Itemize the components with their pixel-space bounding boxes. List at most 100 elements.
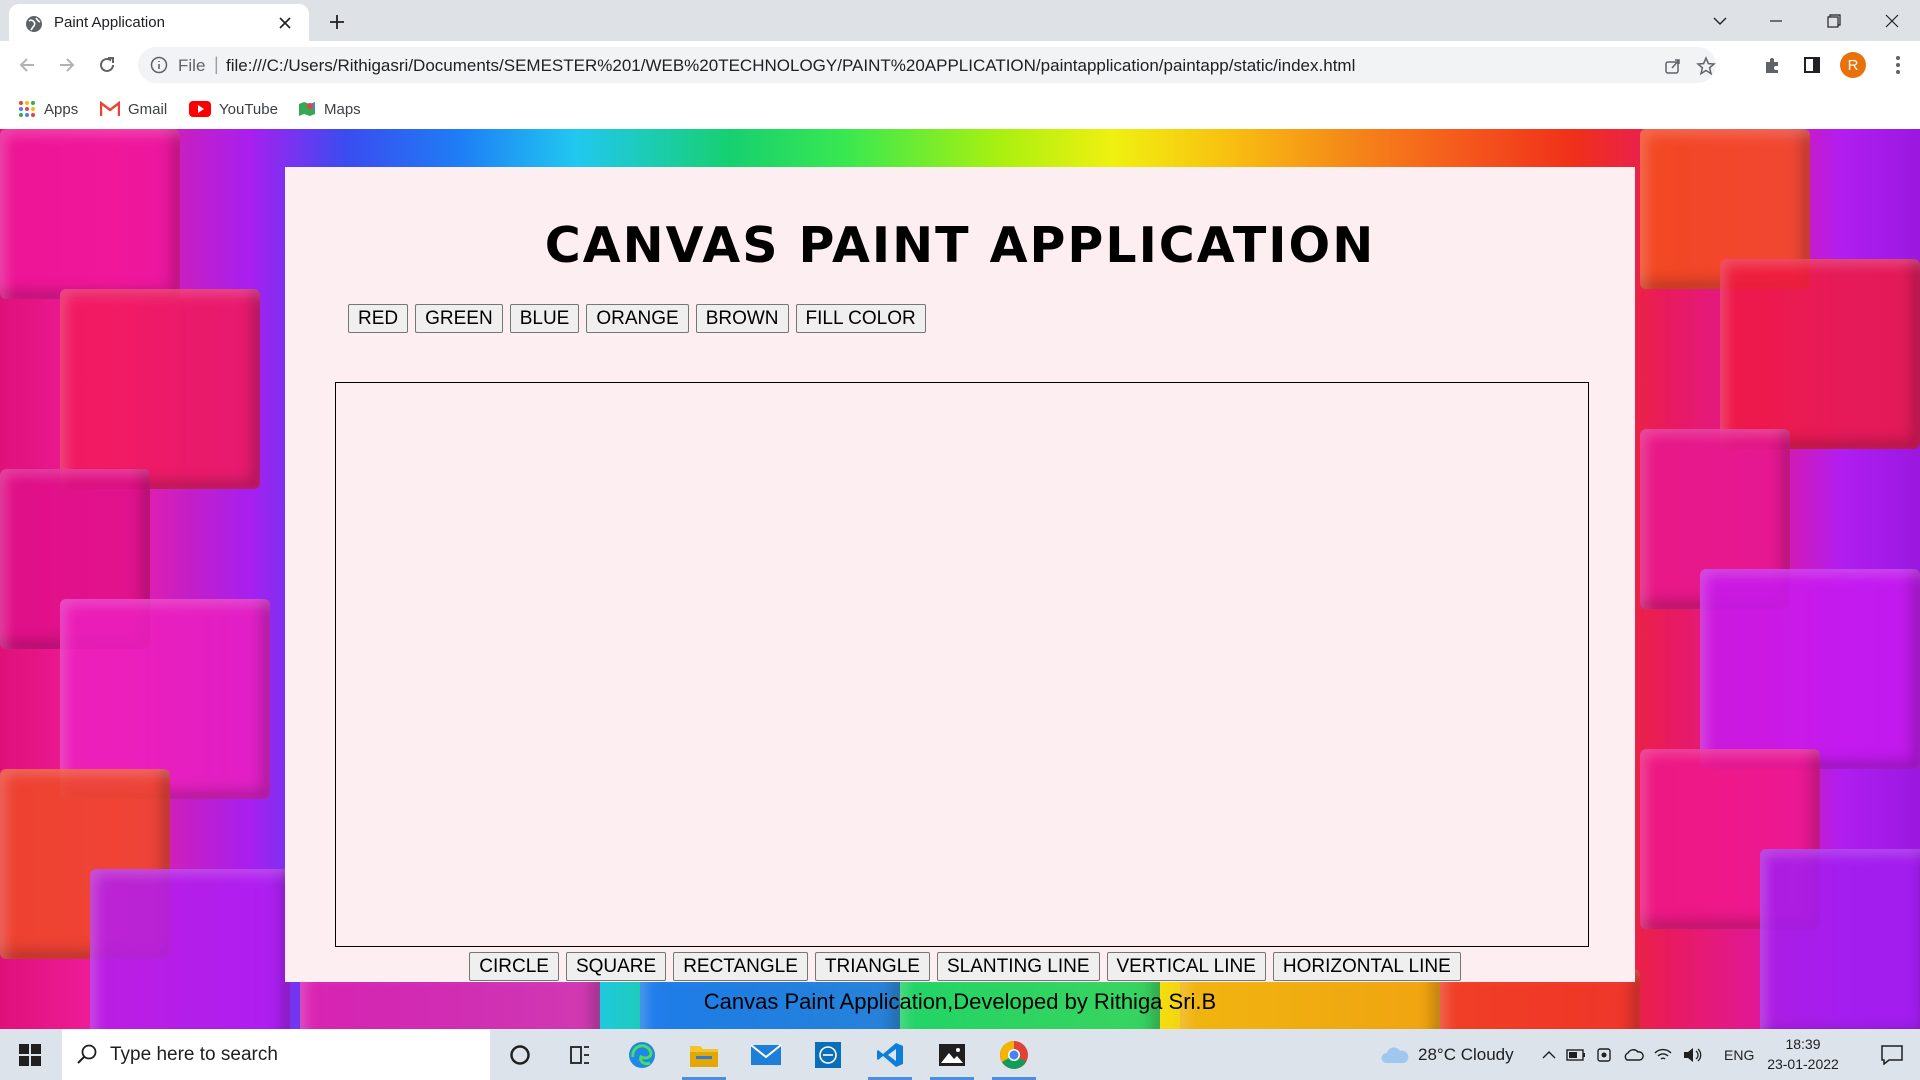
drawing-canvas[interactable]	[335, 382, 1589, 947]
bookmark-apps[interactable]: Apps	[18, 97, 78, 121]
close-window-button[interactable]	[1864, 0, 1920, 41]
arrow-right-icon	[60, 58, 75, 72]
vscode-taskbar-button[interactable]	[862, 1029, 918, 1080]
wifi-icon[interactable]	[1654, 1047, 1672, 1063]
address-url[interactable]: file:///C:/Users/Rithigasri/Documents/SE…	[226, 56, 1355, 76]
back-button[interactable]	[13, 51, 41, 79]
chrome-taskbar-button[interactable]	[986, 1029, 1042, 1080]
notifications-button[interactable]	[1864, 1029, 1920, 1080]
address-separator: |	[214, 54, 219, 74]
share-icon[interactable]	[1662, 55, 1684, 77]
task-view-button[interactable]	[552, 1029, 608, 1080]
onedrive-icon[interactable]	[1622, 1048, 1644, 1062]
blue-button[interactable]: BLUE	[509, 304, 580, 333]
vertical-line-button[interactable]: VERTICAL LINE	[1106, 952, 1266, 981]
language-indicator[interactable]: ENG	[1724, 1029, 1754, 1080]
photos-taskbar-button[interactable]	[924, 1029, 980, 1080]
browser-titlebar: Paint Application	[0, 0, 1920, 41]
file-explorer-taskbar-button[interactable]	[676, 1029, 732, 1080]
start-button[interactable]	[10, 1039, 50, 1071]
info-icon[interactable]	[150, 56, 168, 74]
circle-button[interactable]: CIRCLE	[469, 952, 559, 981]
edge-taskbar-button[interactable]	[614, 1029, 670, 1080]
apps-grid-icon	[19, 101, 35, 117]
task-view-icon	[570, 1045, 589, 1064]
address-bar[interactable]: File | file:///C:/Users/Rithigasri/Docum…	[138, 47, 1716, 83]
bookmark-youtube[interactable]: YouTube	[189, 97, 278, 121]
square-button[interactable]: SQUARE	[565, 952, 667, 981]
windows-logo-icon	[19, 1044, 41, 1066]
star-icon[interactable]	[1695, 55, 1717, 77]
windows-taskbar: Type here to search 28°C Cloudy ENG 18:3…	[0, 1029, 1920, 1080]
horizontal-line-button[interactable]: HORIZONTAL LINE	[1272, 952, 1461, 981]
kebab-menu-icon	[1896, 56, 1900, 74]
puzzle-icon	[1766, 58, 1778, 73]
green-button[interactable]: GREEN	[415, 304, 503, 333]
restore-icon	[1827, 13, 1841, 28]
close-tab-icon[interactable]	[273, 11, 297, 35]
bookmark-label: Maps	[324, 100, 361, 118]
profile-avatar[interactable]: R	[1840, 52, 1866, 78]
triangle-button[interactable]: TRIANGLE	[814, 952, 930, 981]
tab-title: Paint Application	[54, 14, 165, 31]
tab-search-button[interactable]	[1692, 0, 1748, 41]
cortana-button[interactable]	[492, 1029, 548, 1080]
page-background: CANVAS PAINT APPLICATION RED GREEN BLUE …	[0, 129, 1920, 1029]
mail-icon	[750, 1043, 782, 1065]
cortana-icon	[510, 1044, 530, 1065]
clock-time: 18:39	[1785, 1036, 1821, 1052]
color-toolbar: RED GREEN BLUE ORANGE BROWN FILL COLOR	[348, 304, 926, 333]
edge-icon	[629, 1041, 655, 1068]
bookmark-label: Apps	[44, 100, 79, 118]
battery-icon[interactable]	[1566, 1048, 1586, 1062]
brown-button[interactable]: BROWN	[695, 304, 789, 333]
dell-app-taskbar-button[interactable]	[800, 1029, 856, 1080]
search-icon	[77, 1044, 97, 1064]
search-placeholder: Type here to search	[110, 1044, 278, 1065]
clock-date: 23-01-2022	[1767, 1056, 1839, 1072]
taskbar-search-box[interactable]: Type here to search	[62, 1029, 490, 1080]
notification-icon	[1881, 1044, 1903, 1065]
chevron-up-icon[interactable]	[1542, 1050, 1556, 1060]
plus-icon	[330, 15, 344, 29]
bookmarks-bar: Apps Gmail YouTube Maps	[0, 89, 1920, 129]
folder-icon	[690, 1045, 718, 1067]
red-button[interactable]: RED	[348, 304, 409, 333]
maps-icon	[299, 102, 315, 116]
gmail-icon	[100, 101, 120, 116]
taskbar-clock[interactable]: 18:39 23-01-2022	[1758, 1034, 1848, 1074]
minimize-button[interactable]	[1748, 0, 1804, 41]
new-tab-button[interactable]	[323, 8, 351, 36]
rectangle-button[interactable]: RECTANGLE	[673, 952, 808, 981]
bookmark-gmail[interactable]: Gmail	[100, 97, 167, 121]
arrow-left-icon	[19, 58, 34, 72]
fill-color-button[interactable]: FILL COLOR	[795, 304, 926, 333]
extensions-button[interactable]	[1758, 51, 1786, 79]
mail-taskbar-button[interactable]	[738, 1029, 794, 1080]
side-panel-button[interactable]	[1798, 51, 1826, 79]
vscode-icon	[877, 1042, 903, 1067]
address-scheme: File	[178, 56, 206, 75]
volume-icon[interactable]	[1682, 1047, 1702, 1063]
side-panel-icon	[1804, 57, 1820, 73]
browser-tab[interactable]: Paint Application	[9, 4, 309, 41]
menu-button[interactable]	[1884, 51, 1912, 79]
close-icon	[1885, 14, 1899, 27]
footer-credit: Canvas Paint Application,Developed by Ri…	[703, 989, 1217, 1014]
bookmark-maps[interactable]: Maps	[298, 97, 361, 121]
shape-toolbar: CIRCLE SQUARE RECTANGLE TRIANGLE SLANTIN…	[285, 952, 1635, 981]
weather-widget[interactable]: 28°C Cloudy	[1380, 1029, 1514, 1080]
chrome-icon	[1000, 1040, 1028, 1069]
minimize-icon	[1770, 19, 1782, 22]
meet-now-icon[interactable]	[1596, 1047, 1612, 1063]
browser-toolbar: File | file:///C:/Users/Rithigasri/Docum…	[0, 41, 1920, 89]
weather-text: 28°C Cloudy	[1418, 1044, 1514, 1064]
slanting-line-button[interactable]: SLANTING LINE	[936, 952, 1100, 981]
reload-button[interactable]	[93, 51, 121, 79]
forward-button[interactable]	[53, 51, 81, 79]
orange-button[interactable]: ORANGE	[586, 304, 689, 333]
paint-app-panel: CANVAS PAINT APPLICATION RED GREEN BLUE …	[285, 167, 1635, 1014]
restore-button[interactable]	[1806, 0, 1862, 41]
cloud-icon	[1381, 1046, 1409, 1063]
youtube-icon	[189, 101, 211, 117]
